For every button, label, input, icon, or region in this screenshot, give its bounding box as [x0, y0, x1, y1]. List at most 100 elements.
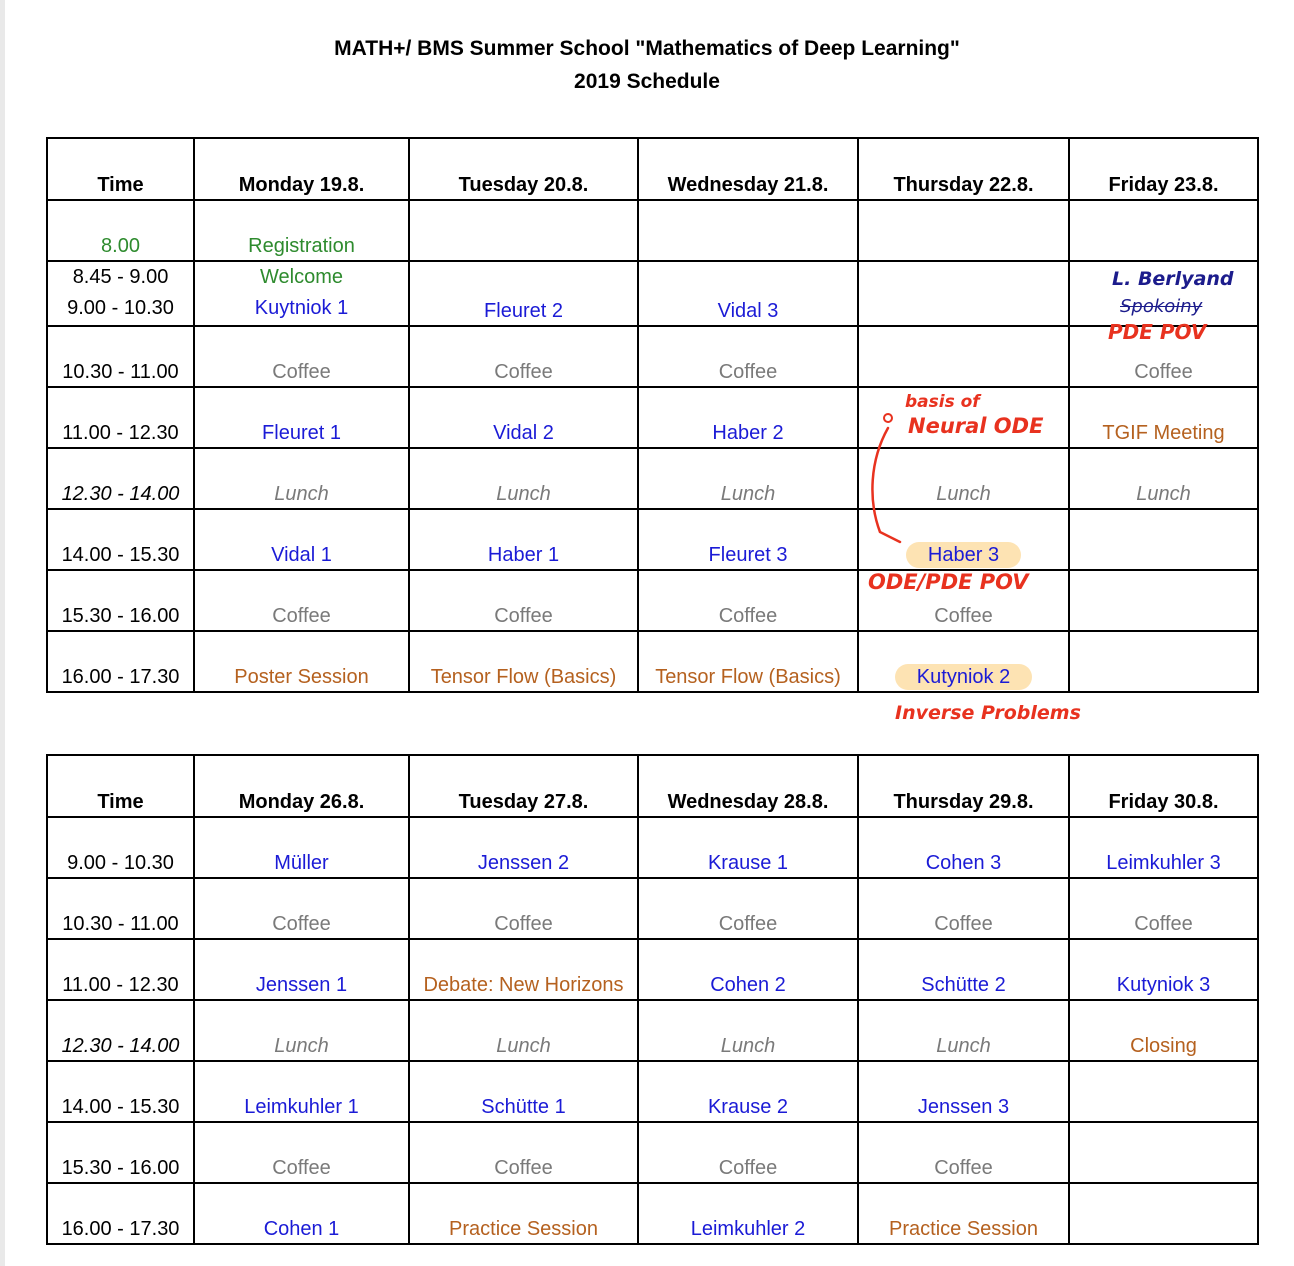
time-cell: 8.45 - 9.00 9.00 - 10.30	[46, 260, 195, 327]
table-row: 12.30 - 14.00 Lunch Lunch Lunch Lunch Cl…	[46, 999, 1259, 1062]
header-day: Friday 30.8.	[1068, 754, 1259, 818]
highlighted-session: Haber 3	[905, 542, 1022, 568]
header-day: Thursday 22.8.	[857, 137, 1070, 201]
session-cell: Coffee	[637, 325, 859, 388]
session-cell: Coffee	[637, 1121, 859, 1184]
session-cell: Lunch	[408, 447, 639, 510]
header-day: Wednesday 21.8.	[637, 137, 859, 201]
time-cell: 8.00	[46, 199, 195, 262]
time-cell: 10.30 - 11.00	[46, 877, 195, 940]
time-cell: 12.30 - 14.00	[46, 447, 195, 510]
session-cell: Jenssen 3	[857, 1060, 1070, 1123]
session-cell	[1068, 569, 1259, 632]
page-edge	[0, 0, 5, 1266]
session-cell: Cohen 2	[637, 938, 859, 1001]
session-cell: Debate: New Horizons	[408, 938, 639, 1001]
session-cell	[637, 199, 859, 262]
session-cell: Leimkuhler 3	[1068, 816, 1259, 879]
time-cell: 12.30 - 14.00	[46, 999, 195, 1062]
table-row: 16.00 - 17.30 Cohen 1 Practice Session L…	[46, 1182, 1259, 1245]
table-row: 12.30 - 14.00 Lunch Lunch Lunch Lunch Lu…	[46, 447, 1259, 510]
header-day: Friday 23.8.	[1068, 137, 1259, 201]
session-cell: Coffee	[193, 1121, 410, 1184]
session-cell: Lunch	[857, 999, 1070, 1062]
table-row: 14.00 - 15.30 Leimkuhler 1 Schütte 1 Kra…	[46, 1060, 1259, 1123]
session-cell: Haber 1	[408, 508, 639, 571]
session-cell: Vidal 1	[193, 508, 410, 571]
table-row: 8.00 Registration	[46, 199, 1259, 262]
session-cell: Coffee	[408, 877, 639, 940]
session-cell	[857, 260, 1070, 327]
time-cell: 14.00 - 15.30	[46, 1060, 195, 1123]
session-cell: Fleuret 1	[193, 386, 410, 449]
highlighted-session: Kutyniok 2	[894, 664, 1033, 690]
session-cell	[1068, 508, 1259, 571]
session-cell: Coffee	[857, 1121, 1070, 1184]
session-cell: Leimkuhler 2	[637, 1182, 859, 1245]
handwritten-topic-note: Inverse Problems	[895, 702, 1081, 724]
session-cell: Coffee	[1068, 877, 1259, 940]
session-cell: Coffee	[637, 569, 859, 632]
handwritten-arrow-icon	[871, 413, 902, 544]
session-cell	[857, 199, 1070, 262]
session-cell: Lunch	[408, 999, 639, 1062]
session-cell	[1068, 199, 1259, 262]
session-cell: Krause 2	[637, 1060, 859, 1123]
session-cell: Tensor Flow (Basics)	[408, 630, 639, 693]
page-title: MATH+/ BMS Summer School "Mathematics of…	[334, 37, 960, 60]
session-cell	[1068, 1121, 1259, 1184]
header-day: Tuesday 27.8.	[408, 754, 639, 818]
session-cell	[408, 199, 639, 262]
session-cell: Leimkuhler 1	[193, 1060, 410, 1123]
session-cell: Fleuret 3	[637, 508, 859, 571]
header-time: Time	[46, 137, 195, 201]
session-cell: Lunch	[1068, 447, 1259, 510]
session-cell	[857, 325, 1070, 388]
table-row: 15.30 - 16.00 Coffee Coffee Coffee Coffe…	[46, 569, 1259, 632]
table-row: 11.00 - 12.30 Jenssen 1 Debate: New Hori…	[46, 938, 1259, 1001]
session-cell: Lunch	[193, 447, 410, 510]
session-cell: Welcome Kuytniok 1	[193, 260, 410, 327]
table-row: 14.00 - 15.30 Vidal 1 Haber 1 Fleuret 3 …	[46, 508, 1259, 571]
time-cell: 16.00 - 17.30	[46, 1182, 195, 1245]
handwritten-pov-note: ODE/PDE POV	[868, 570, 1029, 594]
session-cell: Registration	[193, 199, 410, 262]
session-cell: Vidal 3	[637, 260, 859, 327]
time-cell: 15.30 - 16.00	[46, 569, 195, 632]
page-subtitle: 2019 Schedule	[574, 70, 720, 93]
session-cell: Krause 1	[637, 816, 859, 879]
session-cell: Coffee	[637, 877, 859, 940]
table-row: 11.00 - 12.30 Fleuret 1 Vidal 2 Haber 2 …	[46, 386, 1259, 449]
session-cell: Kutyniok 2	[857, 630, 1070, 693]
session-cell: Fleuret 2	[408, 260, 639, 327]
header-day: Thursday 29.8.	[857, 754, 1070, 818]
table-row: 10.30 - 11.00 Coffee Coffee Coffee Coffe…	[46, 325, 1259, 388]
session-cell: Schütte 2	[857, 938, 1070, 1001]
header-day: Wednesday 28.8.	[637, 754, 859, 818]
session-cell	[1068, 1060, 1259, 1123]
session-cell: Practice Session	[857, 1182, 1070, 1245]
session-cell: Müller	[193, 816, 410, 879]
time-cell: 14.00 - 15.30	[46, 508, 195, 571]
schedule-week-1: Time Monday 19.8. Tuesday 20.8. Wednesda…	[46, 137, 1259, 693]
time-cell: 9.00 - 10.30	[46, 816, 195, 879]
session-cell: Coffee	[408, 325, 639, 388]
time-cell: 11.00 - 12.30	[46, 938, 195, 1001]
header-day: Monday 19.8.	[193, 137, 410, 201]
header-day: Monday 26.8.	[193, 754, 410, 818]
time-cell: 15.30 - 16.00	[46, 1121, 195, 1184]
header-day: Tuesday 20.8.	[408, 137, 639, 201]
session-cell: Coffee	[408, 1121, 639, 1184]
header-time: Time	[46, 754, 195, 818]
session-cell	[1068, 630, 1259, 693]
table-row: 15.30 - 16.00 Coffee Coffee Coffee Coffe…	[46, 1121, 1259, 1184]
session-cell: Kutyniok 3	[1068, 938, 1259, 1001]
handwritten-note-line: Neural ODE	[908, 414, 1044, 438]
session-cell: Cohen 3	[857, 816, 1070, 879]
table-row: 9.00 - 10.30 Müller Jenssen 2 Krause 1 C…	[46, 816, 1259, 879]
session-cell: Haber 2	[637, 386, 859, 449]
session-cell: Practice Session	[408, 1182, 639, 1245]
time-line: 9.00 - 10.30	[67, 296, 174, 319]
table-row: 8.45 - 9.00 9.00 - 10.30 Welcome Kuytnio…	[46, 260, 1259, 327]
time-cell: 11.00 - 12.30	[46, 386, 195, 449]
